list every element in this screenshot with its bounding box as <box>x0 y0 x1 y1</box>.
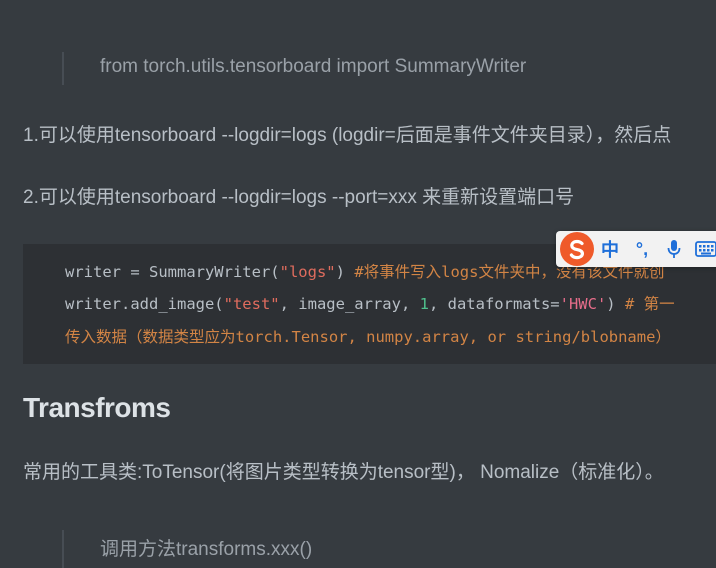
blockquote-import-text: from torch.utils.tensorboard import Summ… <box>100 56 527 77</box>
paragraph-tools: 常用的工具类:ToTensor(将图片类型转换为tensor型)， Nomali… <box>23 462 664 483</box>
code-line-3: 传入数据（数据类型应为torch.Tensor, numpy.array, or… <box>65 328 671 346</box>
ime-punctuation-toggle[interactable]: °, <box>626 231 658 267</box>
microphone-icon[interactable] <box>658 231 690 267</box>
code-line-2: writer.add_image("test", image_array, 1,… <box>65 295 675 313</box>
blockquote-transforms-text: 调用方法transforms.xxx() <box>100 539 313 560</box>
ime-language-toggle[interactable]: 中 <box>594 231 626 267</box>
ime-toolbar[interactable]: 中 °, <box>556 231 716 267</box>
blockquote-import: from torch.utils.tensorboard import Summ… <box>62 52 526 85</box>
section-heading: Transfroms <box>23 392 171 423</box>
blockquote-transforms: 调用方法transforms.xxx() <box>62 530 312 568</box>
paragraph-logdir: 1.可以使用tensorboard --logdir=logs (logdir=… <box>23 125 672 146</box>
keyboard-icon[interactable] <box>690 231 716 267</box>
paragraph-port: 2.可以使用tensorboard --logdir=logs --port=x… <box>23 187 575 208</box>
sogou-logo-icon[interactable] <box>560 232 594 266</box>
